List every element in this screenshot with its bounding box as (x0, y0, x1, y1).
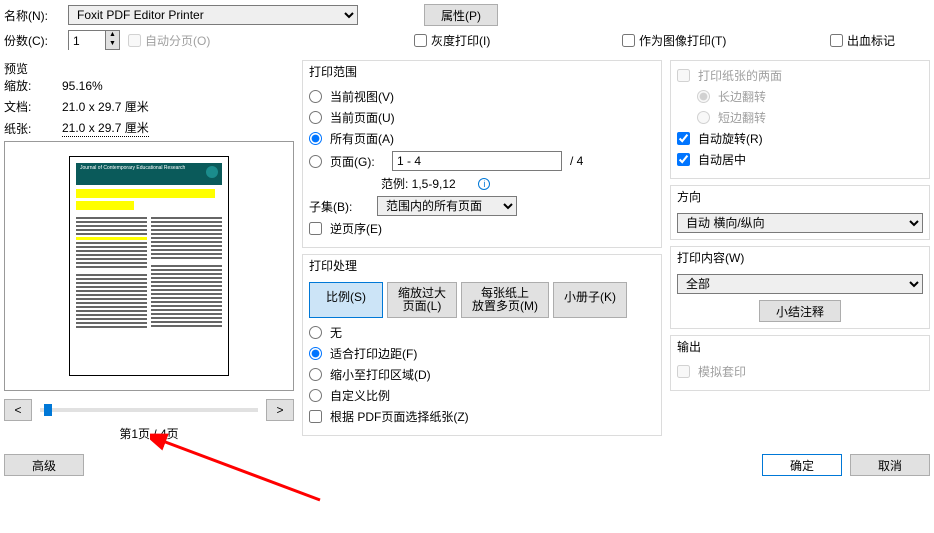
shrink-label: 缩小至打印区域(D) (330, 366, 431, 383)
collate-checkbox (128, 34, 141, 47)
properties-button[interactable]: 属性(P) (424, 4, 498, 26)
bleed-label: 出血标记 (847, 32, 895, 49)
simulate-checkbox (677, 365, 690, 378)
tab-large[interactable]: 缩放过大 页面(L) (387, 282, 457, 318)
simulate-label: 模拟套印 (698, 363, 746, 380)
custom-label: 自定义比例 (330, 387, 390, 404)
subset-label: 子集(B): (309, 198, 369, 215)
copies-spinner[interactable]: ▲▼ (68, 30, 120, 50)
grayscale-label: 灰度打印(I) (431, 32, 490, 49)
all-pages-label: 所有页面(A) (330, 130, 394, 147)
copies-label: 份数(C): (4, 32, 60, 49)
custom-radio[interactable] (309, 389, 322, 402)
tab-scale[interactable]: 比例(S) (309, 282, 383, 318)
bleed-checkbox[interactable] (830, 34, 843, 47)
subset-select[interactable]: 范围内的所有页面 (377, 196, 517, 216)
reverse-label: 逆页序(E) (330, 220, 382, 237)
none-radio[interactable] (309, 326, 322, 339)
printer-select[interactable]: Foxit PDF Editor Printer (68, 5, 358, 25)
pages-total: / 4 (570, 154, 583, 168)
page-slider[interactable] (40, 408, 258, 412)
reverse-checkbox[interactable] (309, 222, 322, 235)
cancel-button[interactable]: 取消 (850, 454, 930, 476)
pages-radio[interactable] (309, 155, 322, 168)
as-image-label: 作为图像打印(T) (639, 32, 726, 49)
ok-button[interactable]: 确定 (762, 454, 842, 476)
orientation-select[interactable]: 自动 横向/纵向 (677, 213, 923, 233)
preview-title: 预览 (4, 60, 294, 77)
summarize-button[interactable]: 小结注释 (759, 300, 841, 322)
prev-page-button[interactable]: < (4, 399, 32, 421)
all-pages-radio[interactable] (309, 132, 322, 145)
tab-multi[interactable]: 每张纸上 放置多页(M) (461, 282, 549, 318)
page-preview: Journal of Contemporary Educational Rese… (69, 156, 229, 376)
scale-label: 缩放: (4, 77, 54, 94)
content-title: 打印内容(W) (671, 247, 929, 268)
collate-label: 自动分页(O) (145, 32, 210, 49)
output-title: 输出 (671, 336, 929, 357)
short-edge-label: 短边翻转 (718, 109, 766, 126)
range-example: 范例: 1,5-9,12 (381, 175, 456, 192)
duplex-label: 打印纸张的两面 (698, 67, 782, 84)
auto-rotate-checkbox[interactable] (677, 132, 690, 145)
info-icon[interactable]: i (478, 178, 490, 190)
as-image-checkbox[interactable] (622, 34, 635, 47)
pages-label: 页面(G): (330, 153, 384, 170)
doc-value: 21.0 x 29.7 厘米 (62, 98, 149, 115)
page-info: 第1页 / 4页 (4, 425, 294, 442)
paper-value: 21.0 x 29.7 厘米 (62, 119, 149, 137)
advanced-button[interactable]: 高级 (4, 454, 84, 476)
spinner-up-icon[interactable]: ▲ (105, 31, 119, 40)
shrink-radio[interactable] (309, 368, 322, 381)
tab-booklet[interactable]: 小册子(K) (553, 282, 627, 318)
scale-value: 95.16% (62, 79, 103, 93)
next-page-button[interactable]: > (266, 399, 294, 421)
long-edge-radio (697, 90, 710, 103)
handling-title: 打印处理 (303, 255, 661, 276)
content-select[interactable]: 全部 (677, 274, 923, 294)
range-title: 打印范围 (303, 61, 661, 82)
paper-label: 纸张: (4, 120, 54, 137)
auto-rotate-label: 自动旋转(R) (698, 130, 763, 147)
short-edge-radio (697, 111, 710, 124)
copies-input[interactable] (69, 31, 105, 51)
long-edge-label: 长边翻转 (718, 88, 766, 105)
fit-label: 适合打印边距(F) (330, 345, 417, 362)
orientation-title: 方向 (671, 186, 929, 207)
choose-paper-checkbox[interactable] (309, 410, 322, 423)
auto-center-label: 自动居中 (698, 151, 746, 168)
name-label: 名称(N): (4, 7, 60, 24)
current-view-label: 当前视图(V) (330, 88, 394, 105)
fit-radio[interactable] (309, 347, 322, 360)
grayscale-checkbox[interactable] (414, 34, 427, 47)
doc-label: 文档: (4, 98, 54, 115)
pages-input[interactable] (392, 151, 562, 171)
current-view-radio[interactable] (309, 90, 322, 103)
auto-center-checkbox[interactable] (677, 153, 690, 166)
duplex-checkbox (677, 69, 690, 82)
current-page-label: 当前页面(U) (330, 109, 395, 126)
spinner-down-icon[interactable]: ▼ (105, 40, 119, 49)
current-page-radio[interactable] (309, 111, 322, 124)
choose-paper-label: 根据 PDF页面选择纸张(Z) (330, 408, 469, 425)
none-label: 无 (330, 324, 342, 341)
